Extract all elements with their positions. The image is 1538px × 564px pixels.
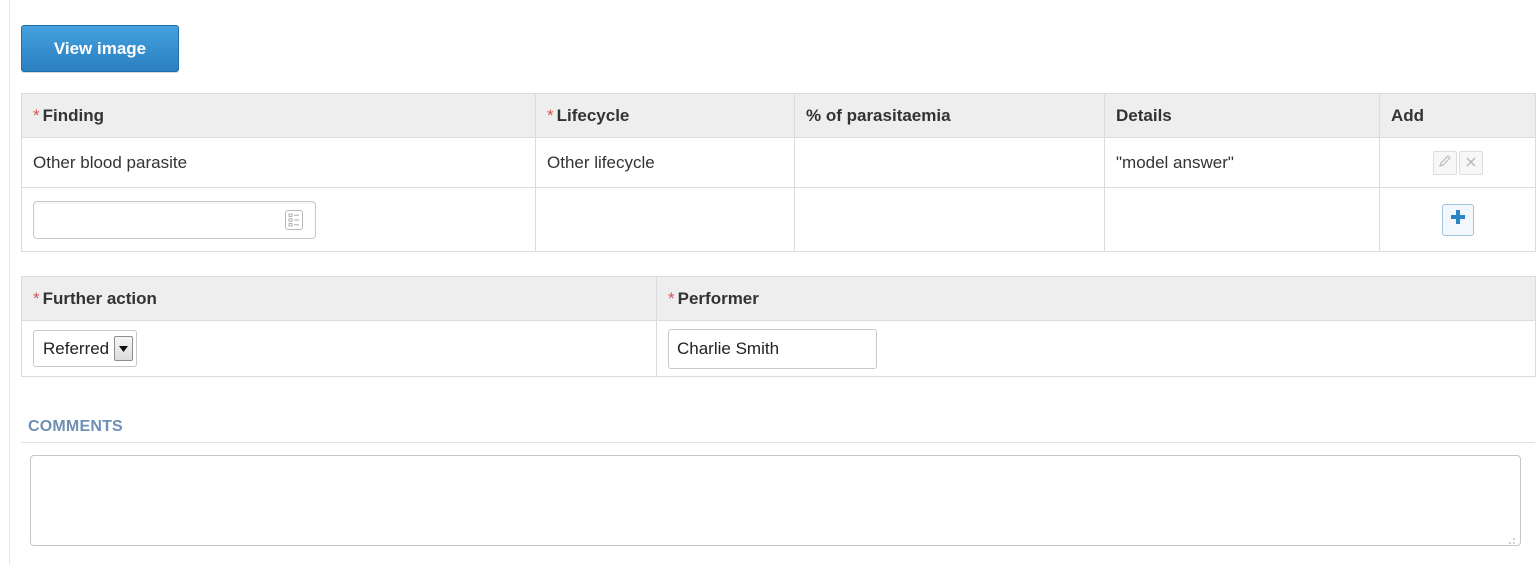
row-actions [1391, 150, 1535, 175]
cell-row-actions [1379, 137, 1536, 188]
column-header-lifecycle: * Lifecycle [535, 93, 795, 138]
cell-details: "model answer" [1104, 137, 1380, 188]
finding-input[interactable] [33, 200, 316, 239]
pencil-icon [1438, 153, 1452, 173]
column-header-details: Details [1104, 93, 1380, 138]
cell-add [1379, 187, 1536, 252]
new-finding-row [21, 187, 1536, 252]
cell-performer [656, 320, 1536, 377]
column-header-finding: * Finding [21, 93, 536, 138]
cell-new-lifecycle [535, 187, 795, 252]
further-action-table: * Further action * Performer Referred [21, 276, 1536, 377]
comments-textarea[interactable] [30, 455, 1521, 546]
resize-grip-icon[interactable] [1504, 530, 1516, 544]
action-header-row: * Further action * Performer [21, 276, 1536, 321]
column-header-performer: * Performer [656, 276, 1536, 321]
findings-header-row: * Finding * Lifecycle % of parasitaemia De… [21, 93, 1536, 138]
required-marker: * [547, 105, 554, 125]
page: View image * Finding * Lifecycle % of para… [0, 0, 1538, 564]
performer-input[interactable] [668, 328, 877, 369]
cell-new-finding [21, 187, 536, 252]
required-marker: * [668, 288, 675, 308]
comments-heading: COMMENTS [28, 418, 123, 435]
further-action-value: Referred [43, 338, 110, 358]
cell-new-parasitaemia [794, 187, 1105, 252]
close-icon [1465, 153, 1477, 173]
column-header-finding-label: Finding [42, 105, 104, 125]
table-row: Other blood parasite Other lifecycle "mo… [21, 137, 1536, 188]
delete-row-button[interactable] [1458, 150, 1483, 175]
add-finding-button[interactable] [1441, 203, 1474, 236]
cell-new-details [1104, 187, 1380, 252]
column-header-add: Add [1379, 93, 1536, 138]
column-header-performer-label: Performer [677, 288, 759, 308]
action-row: Referred [21, 320, 1536, 377]
left-divider [9, 0, 10, 564]
cell-further-action: Referred [21, 320, 657, 377]
edit-row-button[interactable] [1432, 150, 1457, 175]
required-marker: * [33, 105, 40, 125]
plus-icon [1450, 209, 1466, 230]
required-marker: * [33, 288, 40, 308]
findings-table: * Finding * Lifecycle % of parasitaemia De… [21, 93, 1536, 252]
column-header-lifecycle-label: Lifecycle [556, 105, 630, 125]
column-header-further-action-label: Further action [42, 288, 157, 308]
column-header-further-action: * Further action [21, 276, 657, 321]
list-icon[interactable] [285, 209, 303, 230]
cell-finding: Other blood parasite [21, 137, 536, 188]
chevron-down-icon[interactable] [114, 336, 134, 361]
cell-lifecycle: Other lifecycle [535, 137, 795, 188]
cell-parasitaemia [794, 137, 1105, 188]
column-header-parasitaemia: % of parasitaemia [794, 93, 1105, 138]
comments-divider [21, 442, 1535, 443]
view-image-button[interactable]: View image [21, 25, 179, 72]
further-action-select[interactable]: Referred [33, 330, 138, 367]
